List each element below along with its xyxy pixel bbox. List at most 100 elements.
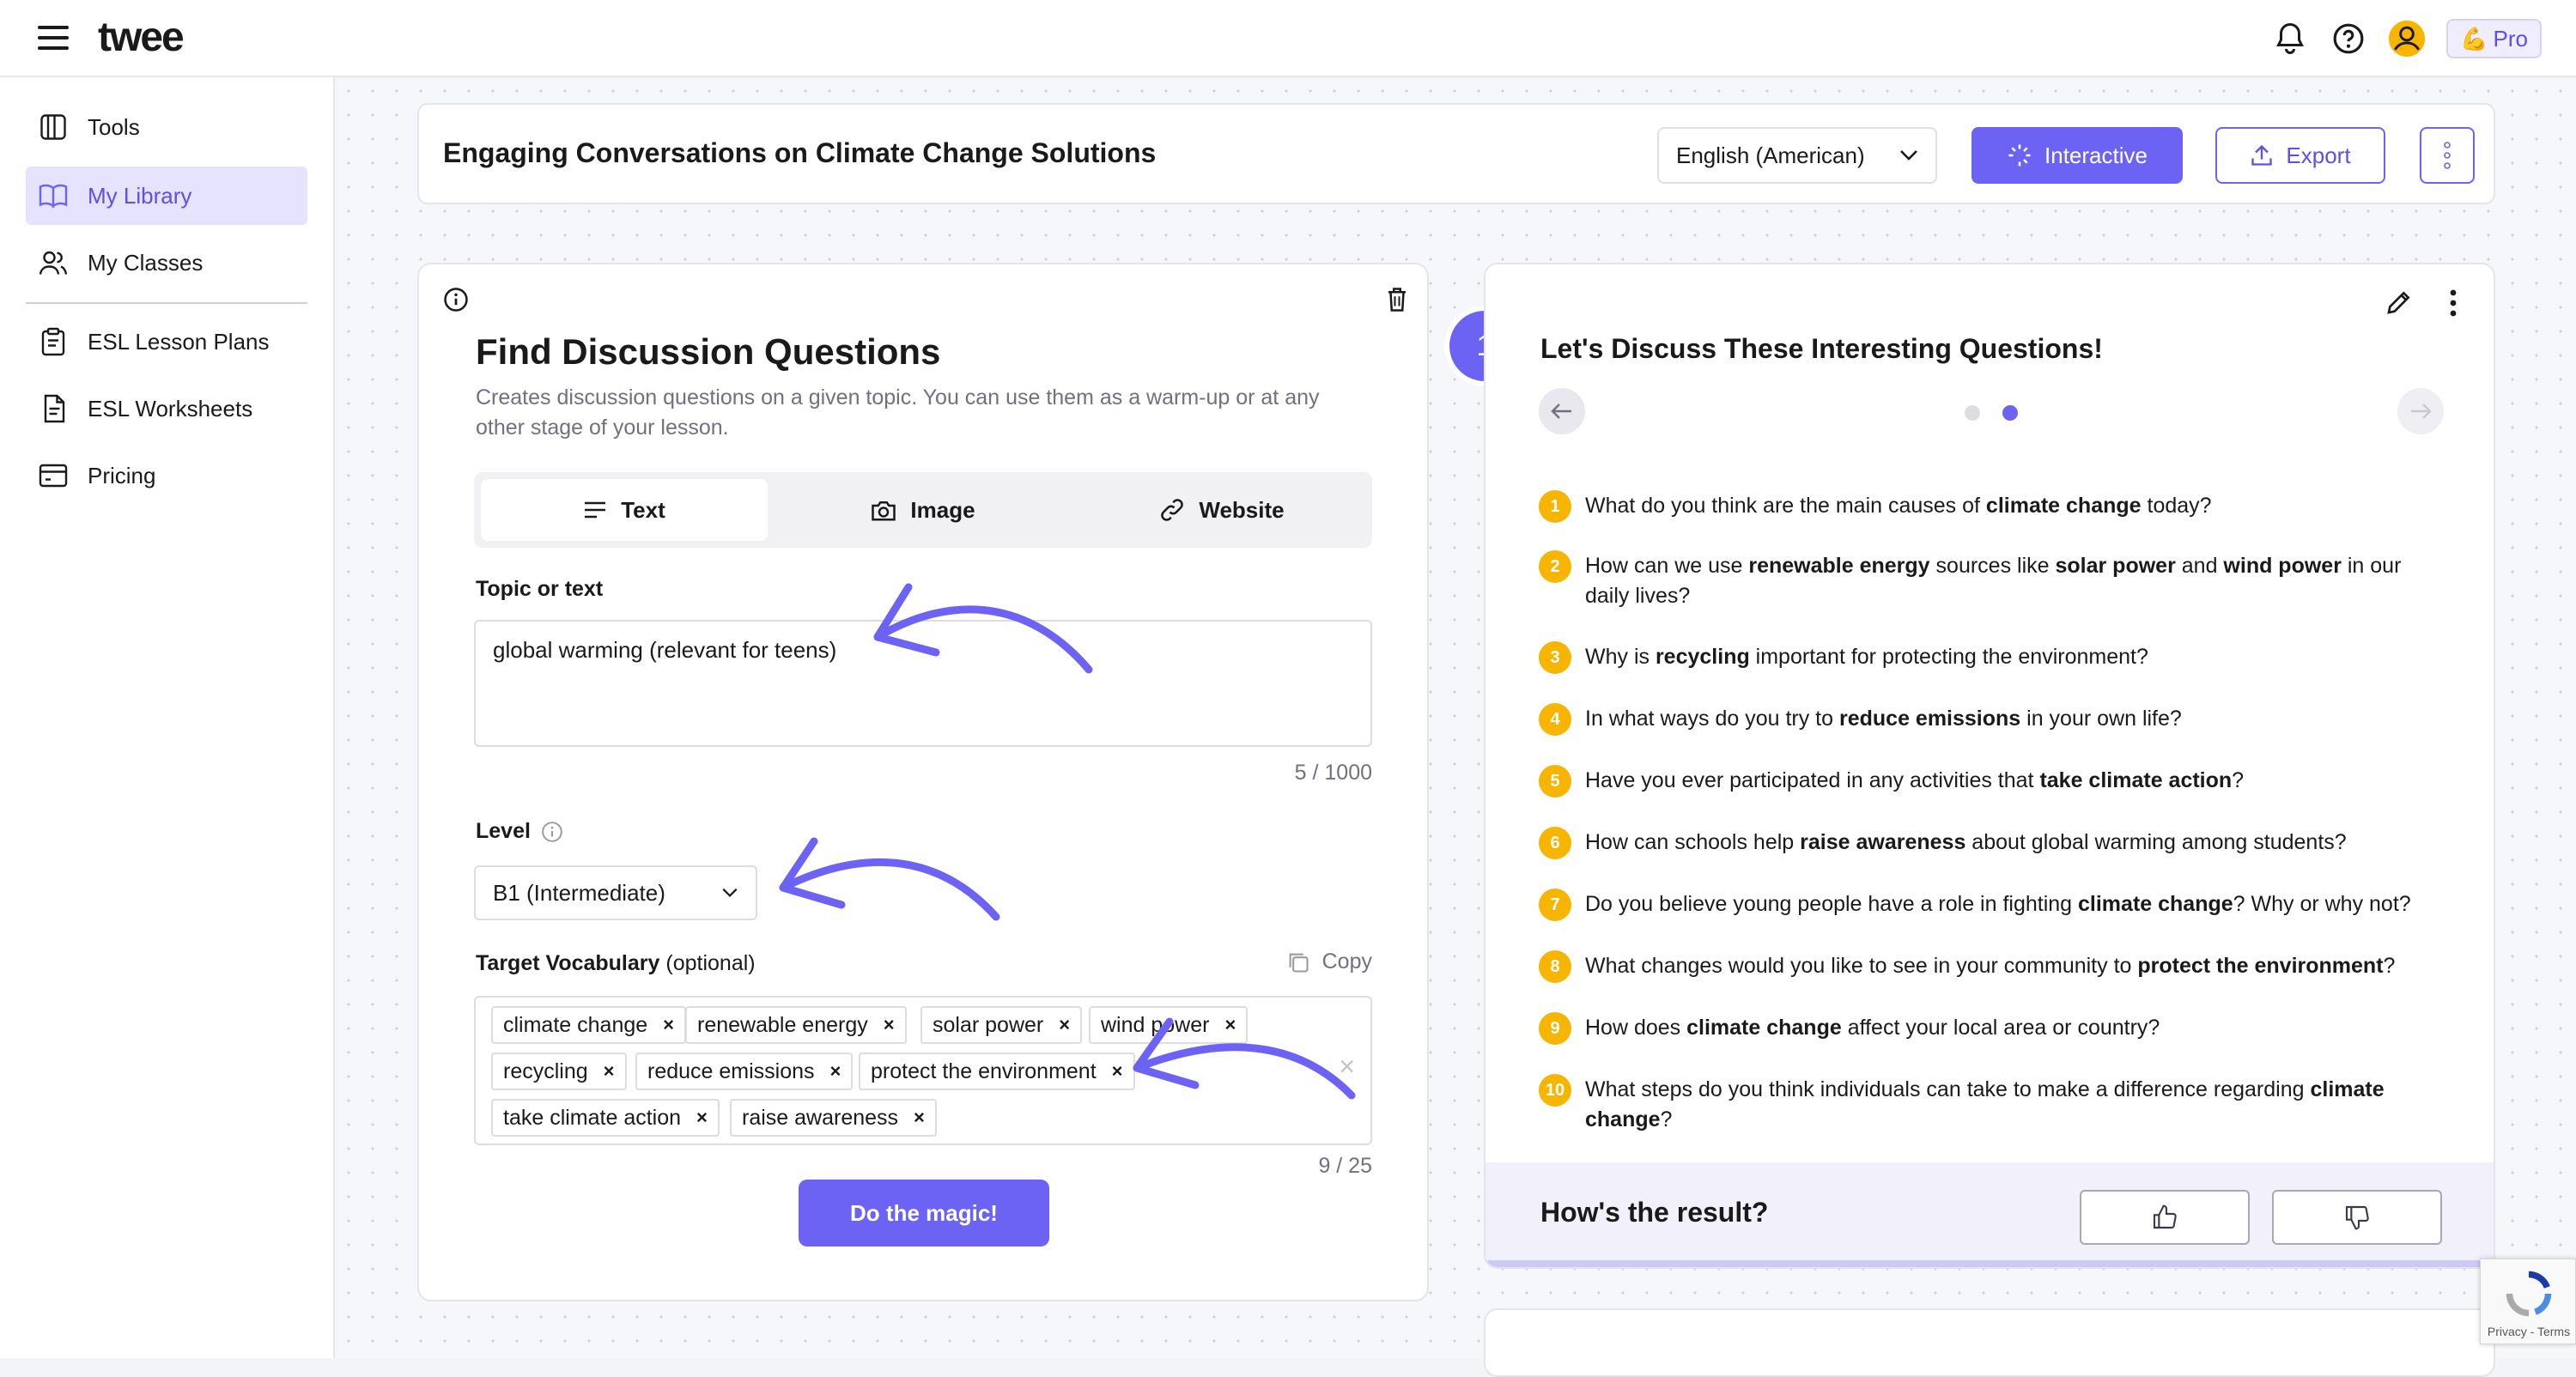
remove-chip-icon[interactable]: × bbox=[696, 1107, 708, 1129]
feedback-bar: How's the result? bbox=[1485, 1162, 2494, 1267]
document-icon bbox=[44, 394, 65, 423]
vocab-input[interactable]: climate change × renewable energy × solar … bbox=[474, 996, 1372, 1145]
app-logo[interactable]: twee bbox=[98, 14, 185, 61]
lines-icon bbox=[585, 501, 606, 519]
tab-website[interactable]: Website bbox=[1078, 479, 1365, 541]
muscle-icon: 💪 bbox=[2460, 25, 2488, 52]
copy-vocab-button[interactable]: Copy bbox=[1286, 949, 1372, 974]
next-section-card bbox=[1484, 1308, 2495, 1377]
info-icon[interactable] bbox=[443, 287, 469, 312]
result-title: Let's Discuss These Interesting Question… bbox=[1540, 333, 2103, 364]
question-item: 2 How can we use renewable energy source… bbox=[1539, 550, 2449, 611]
level-select[interactable]: B1 (Intermediate) bbox=[474, 865, 757, 920]
lesson-title[interactable]: Engaging Conversations on Climate Change… bbox=[443, 137, 1156, 169]
remove-chip-icon[interactable]: × bbox=[604, 1060, 615, 1083]
sparkle-cursor-icon bbox=[2008, 144, 2031, 167]
sidebar-item-tools[interactable]: Tools bbox=[26, 98, 307, 156]
next-page-button[interactable] bbox=[2397, 388, 2444, 434]
vocab-chip: wind power × bbox=[1089, 1006, 1249, 1044]
page-dot-1[interactable] bbox=[1965, 405, 1980, 421]
info-icon[interactable] bbox=[541, 821, 563, 843]
feedback-title: How's the result? bbox=[1540, 1197, 1769, 1228]
recaptcha-icon bbox=[2506, 1271, 2552, 1317]
vocab-label-group: Target Vocabulary (optional) bbox=[476, 951, 756, 975]
vocab-chip: recycling × bbox=[491, 1052, 627, 1090]
more-options-button[interactable] bbox=[2420, 127, 2475, 184]
dots-vertical-icon bbox=[2444, 142, 2451, 169]
question-item: 1 What do you think are the main causes … bbox=[1539, 490, 2449, 523]
question-item: 7 Do you believe young people have a rol… bbox=[1539, 889, 2449, 921]
recaptcha-badge[interactable]: Privacy - Terms bbox=[2480, 1259, 2576, 1344]
vocab-chip: renewable energy × bbox=[685, 1006, 907, 1044]
remove-chip-icon[interactable]: × bbox=[1224, 1014, 1236, 1036]
arrow-left-icon bbox=[1551, 403, 1571, 419]
tab-image[interactable]: Image bbox=[780, 479, 1066, 541]
camera-icon bbox=[872, 501, 896, 521]
sidebar: Tools My Library My Classes ESL Lesson P… bbox=[0, 77, 335, 1358]
generate-button[interactable]: Do the magic! bbox=[799, 1180, 1049, 1247]
generator-form: Find Discussion Questions Creates discus… bbox=[417, 263, 1429, 1301]
remove-chip-icon[interactable]: × bbox=[914, 1107, 925, 1129]
pro-badge[interactable]: 💪 Pro bbox=[2446, 19, 2542, 58]
question-item: 9 How does climate change affect your lo… bbox=[1539, 1012, 2449, 1045]
bell-icon[interactable] bbox=[2271, 20, 2309, 58]
remove-chip-icon[interactable]: × bbox=[1059, 1014, 1070, 1036]
question-item: 8 What changes would you like to see in … bbox=[1539, 950, 2449, 983]
link-icon bbox=[1161, 499, 1184, 521]
sidebar-item-my-library[interactable]: My Library bbox=[26, 167, 307, 225]
tools-icon bbox=[40, 114, 66, 140]
vocab-chip: raise awareness × bbox=[730, 1099, 937, 1137]
thumbs-up-button[interactable] bbox=[2080, 1190, 2250, 1245]
level-label-group: Level bbox=[476, 819, 563, 844]
remove-chip-icon[interactable]: × bbox=[884, 1014, 895, 1036]
language-select[interactable]: English (American) bbox=[1657, 127, 1937, 184]
thumbs-down-button[interactable] bbox=[2272, 1190, 2442, 1245]
remove-chip-icon[interactable]: × bbox=[1112, 1060, 1123, 1083]
input-type-tabs: Text Image Website bbox=[474, 472, 1372, 548]
clear-all-icon[interactable]: × bbox=[1339, 1051, 1355, 1083]
previous-page-button[interactable] bbox=[1539, 388, 1585, 434]
avatar-icon[interactable] bbox=[2388, 20, 2426, 58]
help-icon[interactable] bbox=[2330, 20, 2367, 58]
top-actions: 💪 Pro bbox=[2271, 19, 2542, 58]
menu-icon[interactable] bbox=[38, 26, 69, 50]
question-item: 5 Have you ever participated in any acti… bbox=[1539, 765, 2449, 798]
sidebar-divider bbox=[26, 302, 307, 304]
remove-chip-icon[interactable]: × bbox=[830, 1060, 841, 1083]
card-icon bbox=[39, 464, 68, 488]
vocab-chip: take climate action × bbox=[491, 1099, 720, 1137]
question-item: 6 How can schools help raise awareness a… bbox=[1539, 827, 2449, 859]
arrow-right-icon bbox=[2411, 403, 2432, 419]
dots-vertical-icon[interactable] bbox=[2449, 288, 2458, 318]
pencil-icon[interactable] bbox=[2385, 288, 2413, 316]
sidebar-item-my-classes[interactable]: My Classes bbox=[26, 234, 307, 292]
interactive-button[interactable]: Interactive bbox=[1971, 127, 2183, 184]
topic-input[interactable]: global warming (relevant for teens) bbox=[474, 620, 1372, 747]
users-icon bbox=[39, 251, 68, 275]
top-bar: twee 💪 Pro bbox=[0, 0, 2576, 77]
question-item: 4 In what ways do you try to reduce emis… bbox=[1539, 703, 2449, 736]
topic-char-counter: 5 / 1000 bbox=[1294, 761, 1372, 785]
chevron-down-icon bbox=[1900, 150, 1917, 161]
topic-label: Topic or text bbox=[476, 577, 604, 601]
recaptcha-footer[interactable]: Privacy - Terms bbox=[2481, 1325, 2576, 1338]
sidebar-item-pricing[interactable]: Pricing bbox=[26, 446, 307, 505]
copy-icon bbox=[1289, 953, 1309, 973]
result-panel: Let's Discuss These Interesting Question… bbox=[1484, 263, 2495, 1269]
book-icon bbox=[39, 184, 68, 209]
tab-text[interactable]: Text bbox=[481, 479, 768, 541]
sidebar-item-esl-lesson-plans[interactable]: ESL Lesson Plans bbox=[26, 312, 307, 371]
vocab-counter: 9 / 25 bbox=[1318, 1154, 1372, 1178]
form-title: Find Discussion Questions bbox=[476, 331, 941, 372]
question-item: 10 What steps do you think individuals c… bbox=[1539, 1074, 2449, 1135]
trash-icon[interactable] bbox=[1386, 287, 1408, 312]
thumbs-up-icon bbox=[2153, 1204, 2177, 1229]
vocab-chip: protect the environment × bbox=[859, 1052, 1135, 1090]
vocab-chip: reduce emissions × bbox=[635, 1052, 854, 1090]
question-item: 3 Why is recycling important for protect… bbox=[1539, 641, 2449, 674]
thumbs-down-icon bbox=[2345, 1205, 2369, 1230]
remove-chip-icon[interactable]: × bbox=[663, 1014, 674, 1036]
page-dot-2[interactable] bbox=[2002, 405, 2018, 421]
sidebar-item-esl-worksheets[interactable]: ESL Worksheets bbox=[26, 379, 307, 438]
export-button[interactable]: Export bbox=[2215, 127, 2385, 184]
